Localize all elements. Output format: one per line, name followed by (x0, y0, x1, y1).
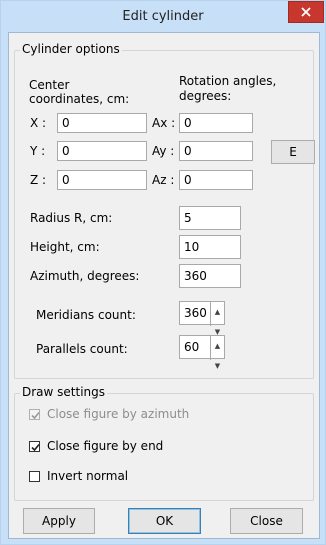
center-label-line1: Center (29, 78, 70, 92)
close-by-azimuth-checkbox[interactable]: Close figure by azimuth (29, 407, 189, 421)
invert-normal-label: Invert normal (47, 469, 129, 483)
title-bar[interactable]: Edit cylinder (1, 1, 325, 32)
ax-label: Ax : (152, 116, 176, 130)
cylinder-options-label: Cylinder options (20, 42, 122, 56)
parallels-label: Parallels count: (36, 342, 128, 356)
radius-input[interactable]: 5 (179, 206, 241, 230)
checkbox-box (29, 440, 40, 452)
e-button[interactable]: E (271, 140, 315, 164)
parallels-spin: ▲ ▼ (210, 336, 224, 370)
checkmark-icon (31, 411, 40, 419)
invert-normal-checkbox[interactable]: Invert normal (29, 469, 128, 483)
radius-label: Radius R, cm: (30, 211, 113, 225)
rotation-label-line1: Rotation angles, (179, 74, 277, 88)
chevron-down-icon: ▼ (214, 362, 221, 370)
meridians-count-stepper[interactable]: 360 ▲ ▼ (179, 301, 225, 336)
x-coordinate-input[interactable]: 0 (57, 113, 147, 133)
height-label: Height, cm: (30, 240, 100, 254)
height-input[interactable]: 10 (179, 235, 241, 259)
close-icon (301, 7, 311, 17)
azimuth-label: Azimuth, degrees: (30, 269, 140, 283)
draw-settings-label: Draw settings (20, 385, 108, 399)
meridians-up-button[interactable]: ▲ (211, 302, 224, 322)
rotation-label-line2: degrees: (179, 89, 232, 103)
edit-cylinder-window: Edit cylinder Cylinder options Center co… (0, 0, 326, 545)
parallels-down-button[interactable]: ▼ (211, 356, 224, 376)
close-by-end-label: Close figure by end (47, 439, 164, 453)
ok-button[interactable]: OK (128, 508, 201, 534)
ay-angle-input[interactable]: 0 (179, 141, 253, 161)
close-button[interactable]: Close (230, 508, 303, 534)
ax-angle-input[interactable]: 0 (179, 113, 253, 133)
meridians-value: 360 (184, 306, 207, 320)
parallels-count-stepper[interactable]: 60 ▲ ▼ (179, 335, 225, 370)
az-angle-input[interactable]: 0 (179, 170, 253, 190)
parallels-up-button[interactable]: ▲ (211, 336, 224, 356)
z-coordinate-input[interactable]: 0 (57, 170, 147, 190)
chevron-up-icon: ▲ (214, 342, 221, 350)
x-label: X : (30, 116, 47, 130)
y-coordinate-input[interactable]: 0 (57, 141, 147, 161)
ay-label: Ay : (152, 144, 175, 158)
checkmark-icon (31, 443, 40, 451)
center-label-line2: coordinates, cm: (29, 92, 130, 106)
chevron-up-icon: ▲ (214, 308, 221, 316)
close-by-azimuth-label: Close figure by azimuth (47, 407, 190, 421)
checkbox-box (29, 470, 40, 482)
y-label: Y : (30, 144, 46, 158)
close-by-end-checkbox[interactable]: Close figure by end (29, 439, 163, 453)
dialog-body: Cylinder options Center coordinates, cm:… (8, 32, 320, 539)
apply-button[interactable]: Apply (23, 508, 95, 534)
close-window-button[interactable] (288, 1, 324, 23)
az-label: Az : (152, 173, 175, 187)
azimuth-input[interactable]: 360 (179, 264, 241, 288)
parallels-value: 60 (184, 340, 200, 354)
meridians-spin: ▲ ▼ (210, 302, 224, 336)
z-label: Z : (30, 173, 47, 187)
checkbox-box (29, 408, 40, 420)
window-title: Edit cylinder (122, 9, 204, 24)
meridians-label: Meridians count: (36, 308, 136, 322)
